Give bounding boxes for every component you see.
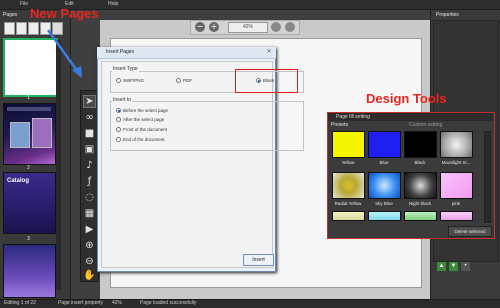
annotation-arrow-icon [46, 29, 82, 78]
insert-type-label: Insert Type [112, 66, 139, 72]
radio-front-document-label: Front of the document [123, 127, 168, 132]
options-icon[interactable]: • [461, 262, 470, 271]
radio-front-document[interactable] [116, 127, 121, 132]
radio-after-page-label: After the select page [123, 117, 165, 122]
page-number: 2 [27, 165, 30, 171]
preset-swatch-radial-yellow[interactable] [332, 172, 365, 199]
page-thumbnail[interactable] [3, 244, 56, 298]
annotation-new-pages: New Pages [30, 6, 99, 21]
thumb-title: Catalog [7, 178, 30, 184]
preset-swatch-sky-blue[interactable] [368, 172, 401, 199]
new-page-tool[interactable] [28, 22, 39, 35]
link-icon[interactable]: ∞ [83, 111, 96, 124]
move-down-icon[interactable]: ▼ [449, 262, 458, 271]
status-message: Page loaded successfully [140, 300, 197, 306]
preset-label: pink [451, 201, 461, 206]
radio-before-page[interactable] [116, 108, 121, 113]
delete-selected-button[interactable]: Delete selected [448, 226, 492, 237]
preset-swatch[interactable] [332, 211, 365, 221]
new-page-tool[interactable] [16, 22, 27, 35]
thumb-figure [10, 122, 30, 148]
radio-pdf[interactable] [176, 78, 181, 83]
select-cursor-icon[interactable]: ➤ [83, 95, 96, 108]
zoom-in-icon[interactable]: + [209, 22, 219, 32]
preset-swatch[interactable] [440, 211, 473, 221]
preset-swatch-pink[interactable] [440, 172, 473, 199]
preset-swatch-blue[interactable] [368, 131, 401, 158]
dialog-title: Insert Pages [106, 49, 135, 55]
menu-file[interactable]: File [20, 1, 28, 7]
preset-swatch-yellow[interactable] [332, 131, 365, 158]
zoom-out-icon[interactable]: − [195, 22, 205, 32]
zoom-bar: − + 42% [190, 20, 300, 35]
preset-label: Black [414, 160, 426, 165]
preset-swatch-black[interactable] [404, 131, 437, 158]
fit-width-icon[interactable] [271, 22, 281, 32]
page-thumbnail[interactable] [3, 103, 56, 165]
pages-panel-title: Pages [3, 12, 18, 18]
shape-icon[interactable]: ◌ [83, 191, 96, 204]
fill-panel-title: Page fill setting [336, 114, 370, 120]
flash-icon[interactable]: ƒ [83, 175, 96, 188]
insert-button[interactable]: Insert [243, 254, 274, 266]
thumb-figure [32, 118, 52, 148]
blank-option-highlight [235, 69, 298, 93]
annotation-design-tools: Design Tools [366, 91, 447, 106]
page-number: 1 [27, 95, 30, 101]
radio-swf-png-label: SWF/PNG [123, 78, 144, 83]
status-editing: Editing 1 of 22 [4, 300, 36, 306]
preset-label: Moonlight Si... [441, 160, 471, 165]
preset-label: Blue [379, 160, 389, 165]
preset-label: Night black [408, 201, 432, 206]
radio-after-page[interactable] [116, 117, 121, 122]
preset-swatch[interactable] [368, 211, 401, 221]
new-page-tool[interactable] [4, 22, 15, 35]
youtube-icon[interactable]: ▶ [83, 223, 96, 236]
page-thumbnail[interactable]: Catalog [3, 172, 56, 234]
status-page-info: Page insert property [58, 300, 104, 306]
preset-swatch[interactable] [404, 211, 437, 221]
preset-label: Radial Yellow [334, 201, 362, 206]
preset-label: Yellow [341, 160, 355, 165]
fill-panel-scrollbar[interactable] [484, 131, 491, 223]
radio-swf-png[interactable] [116, 78, 121, 83]
preset-label: Sky Blue [375, 201, 393, 206]
move-up-icon[interactable]: ▲ [437, 262, 446, 271]
status-zoom: 42% [112, 300, 123, 306]
close-icon[interactable]: ✕ [265, 48, 273, 56]
preset-swatch-night-black[interactable] [404, 172, 437, 199]
hand-icon[interactable]: ✋ [83, 270, 96, 281]
page-number: 3 [27, 236, 30, 242]
tab-presets[interactable]: Presets [331, 122, 348, 128]
image-icon[interactable]: ▣ [83, 143, 96, 156]
thumb-heading [7, 107, 51, 111]
zoom-level-field[interactable]: 42% [228, 22, 268, 33]
audio-icon[interactable]: ♪ [83, 159, 96, 172]
zoom-out-tool-icon[interactable]: ⊖ [83, 255, 96, 268]
fit-page-icon[interactable] [285, 22, 295, 32]
menu-help[interactable]: Help [108, 1, 118, 7]
radio-end-document[interactable] [116, 137, 121, 142]
insert-to-label: Insert to [112, 97, 133, 103]
preset-swatch-moonlight[interactable] [440, 131, 473, 158]
video-icon[interactable]: ■ [83, 127, 96, 140]
radio-end-document-label: End of the document [123, 137, 165, 142]
zoom-in-tool-icon[interactable]: ⊕ [83, 239, 96, 252]
radio-before-page-label: Before the select page [123, 108, 169, 113]
radio-pdf-label: PDF [183, 78, 192, 83]
picture-icon[interactable]: ▦ [83, 207, 96, 220]
tab-custom-setting[interactable]: Custom setting [409, 122, 442, 128]
properties-title: Properties [436, 12, 459, 18]
